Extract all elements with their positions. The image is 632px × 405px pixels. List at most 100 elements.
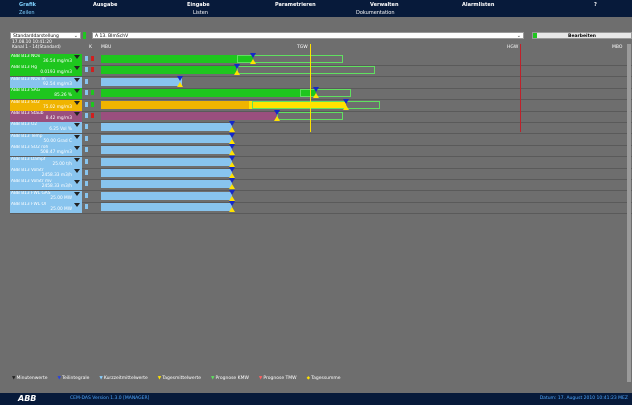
row-name: ABB B13 VolStr <box>11 168 44 173</box>
partial-integral-marker-icon <box>229 178 235 183</box>
row-name: ABB B13 Hg <box>11 65 37 70</box>
value-bar <box>101 66 236 74</box>
menu-ausgabe[interactable]: Ausgabe <box>93 2 117 8</box>
row-separator <box>10 99 632 100</box>
trend-down-icon <box>74 66 80 70</box>
partial-integral-marker-icon <box>229 201 235 206</box>
k-status-square <box>85 147 88 152</box>
partial-integral-marker-icon <box>177 76 183 81</box>
trend-down-icon <box>74 101 80 105</box>
hgw-label: HGW <box>507 45 519 50</box>
legend-item: ▼Prognose KMW <box>211 376 254 381</box>
alarm-square <box>91 113 94 118</box>
trend-down-icon <box>74 135 80 139</box>
legend-label: Tagessumme <box>311 376 341 381</box>
k-status-square <box>85 56 88 61</box>
k-status-square <box>85 136 88 141</box>
legend-marker-icon: ▼ <box>211 376 215 381</box>
trend-down-icon <box>74 180 80 184</box>
daily-mean-marker-icon <box>313 93 319 98</box>
forecast-outline <box>252 101 380 109</box>
k-status-square <box>85 181 88 186</box>
row-label[interactable]: ABB B13 NOx 36.54 mg/m3 <box>10 54 82 65</box>
view-select-value: Standarddarstellung <box>13 34 59 39</box>
legend-item: ▼Teilintegrale <box>58 376 95 381</box>
row-label[interactable]: ABB B13 Hg 0.0193 mg/m3 <box>10 65 82 76</box>
row-label[interactable]: ABB B13 O2 6.25 Vol % <box>10 122 82 133</box>
row-label[interactable]: ABB B13 Staub 8.42 mg/m3 <box>10 111 82 122</box>
row-label[interactable]: ABB B13 Dampf 25.00 t/h <box>10 157 82 168</box>
legend-label: Tagesmittelwerte <box>162 376 202 381</box>
menu-parametrieren[interactable]: Parametrieren <box>275 2 316 8</box>
value-bar <box>101 89 316 97</box>
row-label[interactable]: ABB B13 NOx m 92.54 mg/m3 <box>10 77 82 88</box>
tgw-label: TGW <box>297 45 308 50</box>
mbu-label: MBU <box>101 45 112 50</box>
row-value: 0.0193 mg/m3 <box>40 70 72 76</box>
trend-down-icon <box>74 78 80 82</box>
alarm-square <box>91 56 94 61</box>
submenu-zeilen[interactable]: Zeilen <box>19 10 35 16</box>
k-status-square <box>85 113 88 118</box>
legend-marker-icon: ▼ <box>258 376 263 381</box>
row-separator <box>10 213 632 214</box>
legend-item: ◆Tagessumme <box>307 376 346 381</box>
value-bar <box>101 158 232 166</box>
legend-label: Kurzzeitmittelwerte <box>103 376 148 381</box>
scrollbar[interactable] <box>627 44 631 382</box>
trend-down-icon <box>74 158 80 162</box>
daily-mean-marker-icon <box>250 59 256 64</box>
row-label[interactable]: ABB B13 FWL Öl 25.00 MW <box>10 202 82 213</box>
view-select[interactable]: Standarddarstellung ⌄ <box>10 32 81 39</box>
row-label[interactable]: ABB B13 VolStr 2458.33 m3/h <box>10 168 82 179</box>
value-bar <box>101 192 232 200</box>
legend-item: ▼Prognose TMW <box>259 376 302 381</box>
row-label[interactable]: ABB B13 VolStr mv 2458.33 m3/h <box>10 179 82 190</box>
row-value: 92.54 mg/m3 <box>43 82 72 88</box>
row-value: 2458.33 m3/h <box>41 173 72 179</box>
row-value: 50.00 Grad C <box>43 139 73 145</box>
regulation-select[interactable]: A 13. BImSchV ⌄ <box>92 32 524 39</box>
version-text: CEM-DAS Version 1.3.0 [MANAGER] <box>70 396 150 401</box>
partial-integral-marker-icon <box>229 190 235 195</box>
menu-verwalten[interactable]: Verwalten <box>370 2 399 8</box>
row-label[interactable]: ABB B13 Temp 50.00 Grad C <box>10 134 82 145</box>
menu-grafik[interactable]: Grafik <box>19 2 36 8</box>
value-bar <box>101 135 232 143</box>
submenu-listen[interactable]: Listen <box>193 10 208 16</box>
alarm-square <box>91 67 94 72</box>
row-name: ABB B13 NOx <box>11 54 41 59</box>
menu-bar: Grafik Ausgabe Eingabe Parametrieren Ver… <box>0 0 632 17</box>
row-label[interactable]: ABB B13 SO2 roh 508.47 mg/m3 <box>10 145 82 156</box>
partial-integral-marker-icon <box>229 133 235 138</box>
trend-down-icon <box>74 89 80 93</box>
row-name: ABB B13 Temp <box>11 134 43 139</box>
forecast-outline <box>300 89 351 97</box>
k-status-square <box>85 90 88 95</box>
submenu-dokumentation[interactable]: Dokumentation <box>356 10 395 16</box>
row-name: ABB B13 SAG <box>11 88 40 93</box>
row-label[interactable]: ABB B13 SO2 75.02 mg/m3 <box>10 100 82 111</box>
menu-help[interactable]: ? <box>594 2 597 8</box>
trend-down-icon <box>74 55 80 59</box>
trend-down-icon <box>74 123 80 127</box>
daily-mean-marker-icon <box>229 184 235 189</box>
partial-integral-marker-icon <box>313 87 319 92</box>
k-status-square <box>85 193 88 198</box>
partial-integral-marker-icon <box>229 144 235 149</box>
row-separator <box>10 133 632 134</box>
daily-mean-marker-icon <box>229 150 235 155</box>
row-label[interactable]: ABB B13 SAG 85.26 % <box>10 88 82 99</box>
row-value: 6.25 Vol % <box>49 127 72 133</box>
legend-marker-icon: ▼ <box>12 376 16 381</box>
edit-button[interactable]: Bearbeiten <box>532 32 632 39</box>
trend-down-icon <box>74 203 80 207</box>
daily-mean-marker-icon <box>234 70 240 75</box>
menu-alarmlisten[interactable]: Alarmlisten <box>462 2 494 8</box>
row-label[interactable]: ABB B13 FWL GAS 25.00 MW <box>10 191 82 202</box>
trend-down-icon <box>74 112 80 116</box>
menu-eingabe[interactable]: Eingabe <box>187 2 210 8</box>
row-value: 25.00 t/h <box>52 162 72 168</box>
k-status-square <box>85 67 88 72</box>
tgw-limit-line <box>310 44 311 132</box>
